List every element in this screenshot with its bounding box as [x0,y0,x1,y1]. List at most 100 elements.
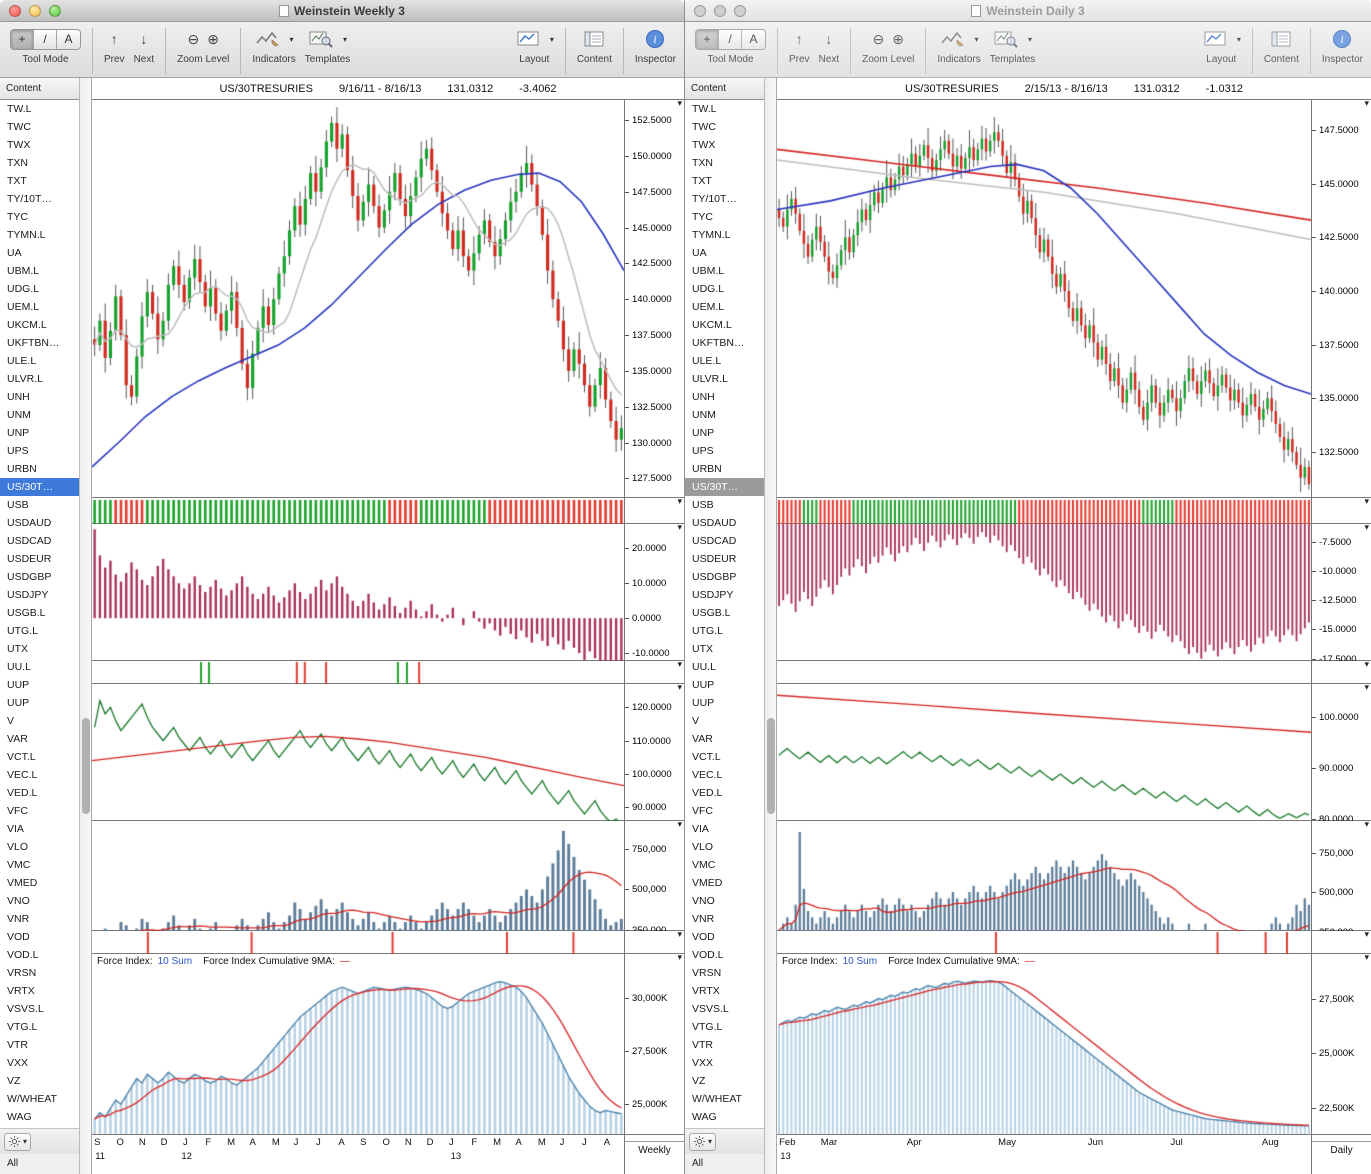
sidebar-ticker-item[interactable]: USGB.L [0,604,79,622]
sidebar-ticker-item[interactable]: VAR [685,730,764,748]
sidebar-ticker-item[interactable]: VMC [685,856,764,874]
sidebar-ticker-item[interactable]: VZ [685,1072,764,1090]
sidebar-ticker-item[interactable]: USGB.L [685,604,764,622]
sidebar-ticker-item[interactable]: TW.L [685,100,764,118]
sidebar-ticker-item[interactable]: TYMN.L [0,226,79,244]
close-button[interactable] [9,5,21,17]
sidebar-ticker-item[interactable]: ULE.L [685,352,764,370]
sidebar-ticker-item[interactable]: VTR [685,1036,764,1054]
panel-disclosure-icon[interactable]: ▾ [677,682,682,693]
sidebar-ticker-item[interactable]: TY/10T… [685,190,764,208]
next-button[interactable]: ↓ Next [134,27,155,65]
sidebar-ticker-item[interactable]: VCT.L [685,748,764,766]
sidebar-ticker-item[interactable]: W/WHEAT [0,1090,79,1108]
sidebar-ticker-item[interactable]: UNP [0,424,79,442]
sidebar-ticker-item[interactable]: TW.L [0,100,79,118]
zoom-out-button[interactable]: ⊖ [188,27,200,51]
indicators-button[interactable]: ▾ Indicators [937,27,980,65]
filter-all-label[interactable]: All [0,1154,79,1174]
panel-disclosure-icon[interactable]: ▾ [677,819,682,830]
zoom-in-button[interactable]: ⊕ [892,27,904,51]
sidebar-ticker-item[interactable]: VOD.L [685,946,764,964]
sidebar-ticker-item[interactable]: VOD.L [0,946,79,964]
sidebar-ticker-item[interactable]: TWX [685,136,764,154]
sidebar-ticker-item[interactable]: VTR [0,1036,79,1054]
sidebar-ticker-item[interactable]: UKFTBN… [685,334,764,352]
scrollbar-thumb[interactable] [82,718,90,814]
zoom-window-button[interactable] [734,5,746,17]
sidebar-ticker-item[interactable]: UPS [0,442,79,460]
relative-performance-histogram-canvas[interactable] [777,524,1311,674]
sidebar-ticker-item[interactable]: VSVS.L [685,1000,764,1018]
sidebar-ticker-item[interactable]: VOD [685,928,764,946]
sidebar-ticker-item[interactable]: TXN [685,154,764,172]
sidebar-ticker-item[interactable]: UTG.L [0,622,79,640]
filter-all-label[interactable]: All [685,1154,764,1174]
sidebar-ticker-item[interactable]: US/30T… [0,478,79,496]
content-tab[interactable]: Content [685,78,764,100]
relative-performance-line-canvas[interactable] [92,684,624,834]
sidebar-ticker-item[interactable]: ULVR.L [0,370,79,388]
sidebar-ticker-item[interactable]: URBN [0,460,79,478]
sidebar-ticker-item[interactable]: VMED [685,874,764,892]
templates-button[interactable]: ▾ Templates [990,27,1036,65]
sidebar-ticker-item[interactable]: VNO [685,892,764,910]
panel-disclosure-icon[interactable]: ▾ [1364,98,1369,109]
sidebar-ticker-item[interactable]: USB [0,496,79,514]
zoom-in-button[interactable]: ⊕ [207,27,219,51]
force-index-canvas[interactable] [777,968,1311,1134]
price-chart-canvas[interactable] [92,100,624,497]
sidebar-ticker-item[interactable]: UBM.L [685,262,764,280]
sidebar-ticker-item[interactable]: UKFTBN… [0,334,79,352]
panel-disclosure-icon[interactable]: ▾ [677,929,682,940]
sidebar-ticker-item[interactable]: TWC [0,118,79,136]
sidebar-ticker-item[interactable]: UUP [685,676,764,694]
sidebar-ticker-item[interactable]: VZ [0,1072,79,1090]
sidebar-ticker-item[interactable]: VRTX [685,982,764,1000]
line-tool-button[interactable]: / [719,30,742,49]
sidebar-ticker-item[interactable]: UDG.L [0,280,79,298]
sidebar-ticker-item[interactable]: UUP [685,694,764,712]
sidebar-ticker-item[interactable]: UUP [0,694,79,712]
sidebar-ticker-item[interactable]: WAG [685,1108,764,1126]
panel-disclosure-icon[interactable]: ▾ [1364,952,1369,963]
panel-disclosure-icon[interactable]: ▾ [1364,522,1369,533]
sidebar-ticker-item[interactable]: VEC.L [0,766,79,784]
panel-disclosure-icon[interactable]: ▾ [1364,929,1369,940]
sidebar-ticker-item[interactable]: UKCM.L [0,316,79,334]
sidebar-ticker-item[interactable]: W/WHEAT [685,1090,764,1108]
sidebar-ticker-item[interactable]: VLO [0,838,79,856]
panel-disclosure-icon[interactable]: ▾ [1364,496,1369,507]
sidebar-ticker-item[interactable]: TWX [0,136,79,154]
force-index-canvas[interactable] [92,968,624,1134]
sidebar-ticker-item[interactable]: VRTX [0,982,79,1000]
sidebar-ticker-item[interactable]: UNM [685,406,764,424]
sidebar-ticker-item[interactable]: USDGBP [685,568,764,586]
sidebar-ticker-item[interactable]: VFC [685,802,764,820]
sidebar-ticker-item[interactable]: USDAUD [685,514,764,532]
sidebar-ticker-item[interactable]: USDAUD [0,514,79,532]
sidebar-ticker-item[interactable]: VSVS.L [0,1000,79,1018]
close-button[interactable] [694,5,706,17]
sidebar-ticker-item[interactable]: UU.L [0,658,79,676]
sidebar-ticker-item[interactable]: VIA [0,820,79,838]
sidebar-ticker-item[interactable]: USDEUR [685,550,764,568]
content-button[interactable]: Content [1264,27,1299,65]
next-button[interactable]: ↓ Next [819,27,840,65]
panel-disclosure-icon[interactable]: ▾ [1364,682,1369,693]
sidebar-ticker-item[interactable]: UBM.L [0,262,79,280]
sidebar-ticker-item[interactable]: UA [685,244,764,262]
templates-button[interactable]: ▾ Templates [305,27,351,65]
sidebar-ticker-item[interactable]: VED.L [685,784,764,802]
sidebar-ticker-item[interactable]: VED.L [0,784,79,802]
sidebar-ticker-item[interactable]: UNH [0,388,79,406]
sidebar-ticker-item[interactable]: VFC [0,802,79,820]
inspector-button[interactable]: i Inspector [635,27,676,65]
sidebar-ticker-item[interactable]: VOD [0,928,79,946]
sidebar-ticker-item[interactable]: VTG.L [685,1018,764,1036]
indicators-button[interactable]: ▾ Indicators [252,27,295,65]
sidebar-ticker-item[interactable]: V [0,712,79,730]
sidebar-ticker-item[interactable]: TYC [0,208,79,226]
sidebar-ticker-item[interactable]: UTX [685,640,764,658]
sidebar-scrollbar[interactable] [80,78,92,1174]
